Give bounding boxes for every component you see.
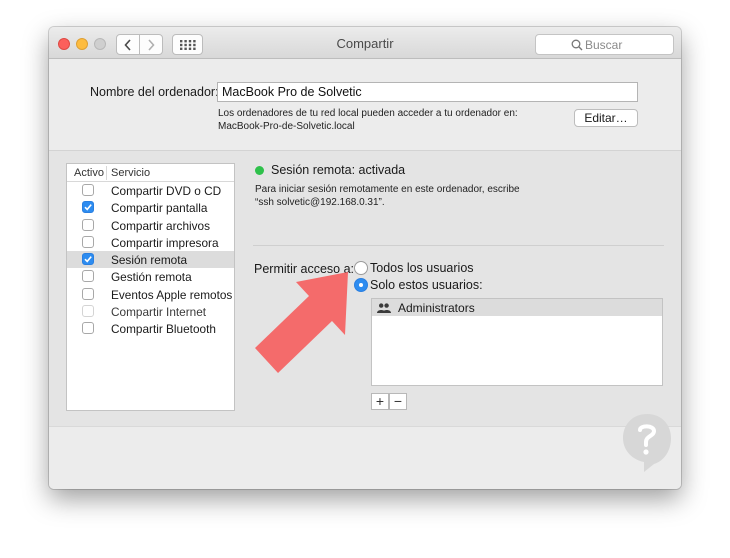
service-checkbox[interactable] — [82, 218, 94, 231]
service-label: Compartir Internet — [111, 305, 207, 320]
service-label: Compartir DVD o CD — [111, 184, 222, 198]
radio-all-users-label[interactable]: Todos los usuarios — [370, 261, 474, 275]
service-row[interactable]: Gestión remota — [67, 268, 234, 285]
service-label: Compartir pantalla — [111, 201, 208, 216]
forward-button[interactable] — [139, 34, 163, 55]
service-row[interactable]: Compartir impresora — [67, 234, 234, 251]
remove-user-button[interactable]: − — [389, 393, 407, 410]
radio-only-users-label[interactable]: Solo estos usuarios: — [370, 278, 483, 292]
service-row[interactable]: Eventos Apple remotos — [67, 286, 234, 303]
detail-divider — [253, 245, 664, 246]
service-row[interactable]: Compartir pantalla — [67, 199, 234, 216]
checkmark-icon — [84, 204, 92, 211]
computer-name-hint: Los ordenadores de tu red local pueden a… — [218, 107, 518, 133]
hint-line-2: MacBook-Pro-de-Solvetic.local — [218, 121, 355, 132]
show-all-button[interactable] — [172, 34, 203, 55]
service-row[interactable]: Sesión remota — [67, 251, 234, 269]
service-checkbox[interactable] — [82, 253, 94, 266]
checkmark-icon — [84, 256, 92, 263]
radio-only-these-users[interactable] — [354, 278, 368, 292]
service-checkbox[interactable] — [82, 287, 94, 300]
zoom-button[interactable] — [94, 38, 106, 50]
radio-all-users[interactable] — [354, 261, 368, 275]
edit-button[interactable]: Editar… — [574, 109, 638, 127]
column-service[interactable]: Servicio — [111, 167, 150, 179]
allowed-users-list[interactable]: Administrators — [371, 298, 663, 386]
column-active[interactable]: Activo — [74, 167, 104, 179]
service-checkbox[interactable] — [82, 184, 94, 196]
service-row[interactable]: Compartir DVD o CD — [67, 182, 234, 199]
service-label: Sesión remota — [111, 253, 188, 268]
service-checkbox[interactable] — [82, 235, 94, 248]
service-checkbox[interactable] — [82, 322, 94, 335]
service-label: Compartir impresora — [111, 235, 219, 250]
service-label: Compartir Bluetooth — [111, 322, 216, 337]
close-button[interactable] — [58, 38, 70, 50]
hint-line-1: Los ordenadores de tu red local pueden a… — [218, 108, 518, 119]
service-checkbox[interactable] — [82, 305, 94, 318]
title-bar: Compartir — [49, 27, 681, 59]
status-text: Sesión remota: activada — [271, 163, 406, 177]
list-item[interactable]: Administrators — [372, 299, 662, 316]
chevron-left-icon — [124, 38, 131, 51]
service-checkbox[interactable] — [82, 270, 94, 283]
grid-icon — [179, 39, 196, 50]
computer-name-label: Nombre del ordenador: — [90, 85, 219, 99]
service-label: Compartir archivos — [111, 218, 210, 233]
service-list-header: Activo Servicio — [67, 164, 234, 182]
service-row[interactable]: Compartir archivos — [67, 217, 234, 234]
minimize-button[interactable] — [76, 38, 88, 50]
service-label: Gestión remota — [111, 270, 192, 285]
service-list: Activo Servicio Compartir DVD o CD Compar… — [66, 163, 235, 411]
back-button[interactable] — [116, 34, 140, 55]
column-divider — [106, 166, 107, 180]
computer-name-field[interactable] — [217, 82, 638, 102]
bottom-area — [49, 426, 681, 489]
ssh-hint-line-2: “ssh solvetic@192.168.0.31”. — [255, 197, 385, 208]
service-row[interactable]: Compartir Bluetooth — [67, 320, 234, 337]
watermark-logo-icon — [623, 414, 671, 472]
ssh-hint-line-1: Para iniciar sesión remotamente en este … — [255, 184, 520, 195]
add-user-button[interactable]: + — [371, 393, 389, 410]
pointer-arrow-icon — [255, 272, 348, 373]
service-checkbox[interactable] — [82, 201, 94, 214]
ssh-hint: Para iniciar sesión remotamente en este … — [255, 183, 520, 209]
chevron-right-icon — [148, 38, 155, 51]
status-indicator — [255, 166, 264, 175]
sharing-window: Compartir Buscar Nombre del ordenador: M… — [49, 27, 681, 489]
group-icon — [377, 303, 391, 313]
search-input[interactable] — [585, 37, 675, 52]
service-label: Eventos Apple remotos — [111, 287, 233, 302]
search-icon — [571, 39, 583, 51]
search-field[interactable] — [535, 34, 675, 55]
service-row[interactable]: Compartir Internet — [67, 303, 234, 320]
user-name: Administrators — [398, 301, 475, 315]
